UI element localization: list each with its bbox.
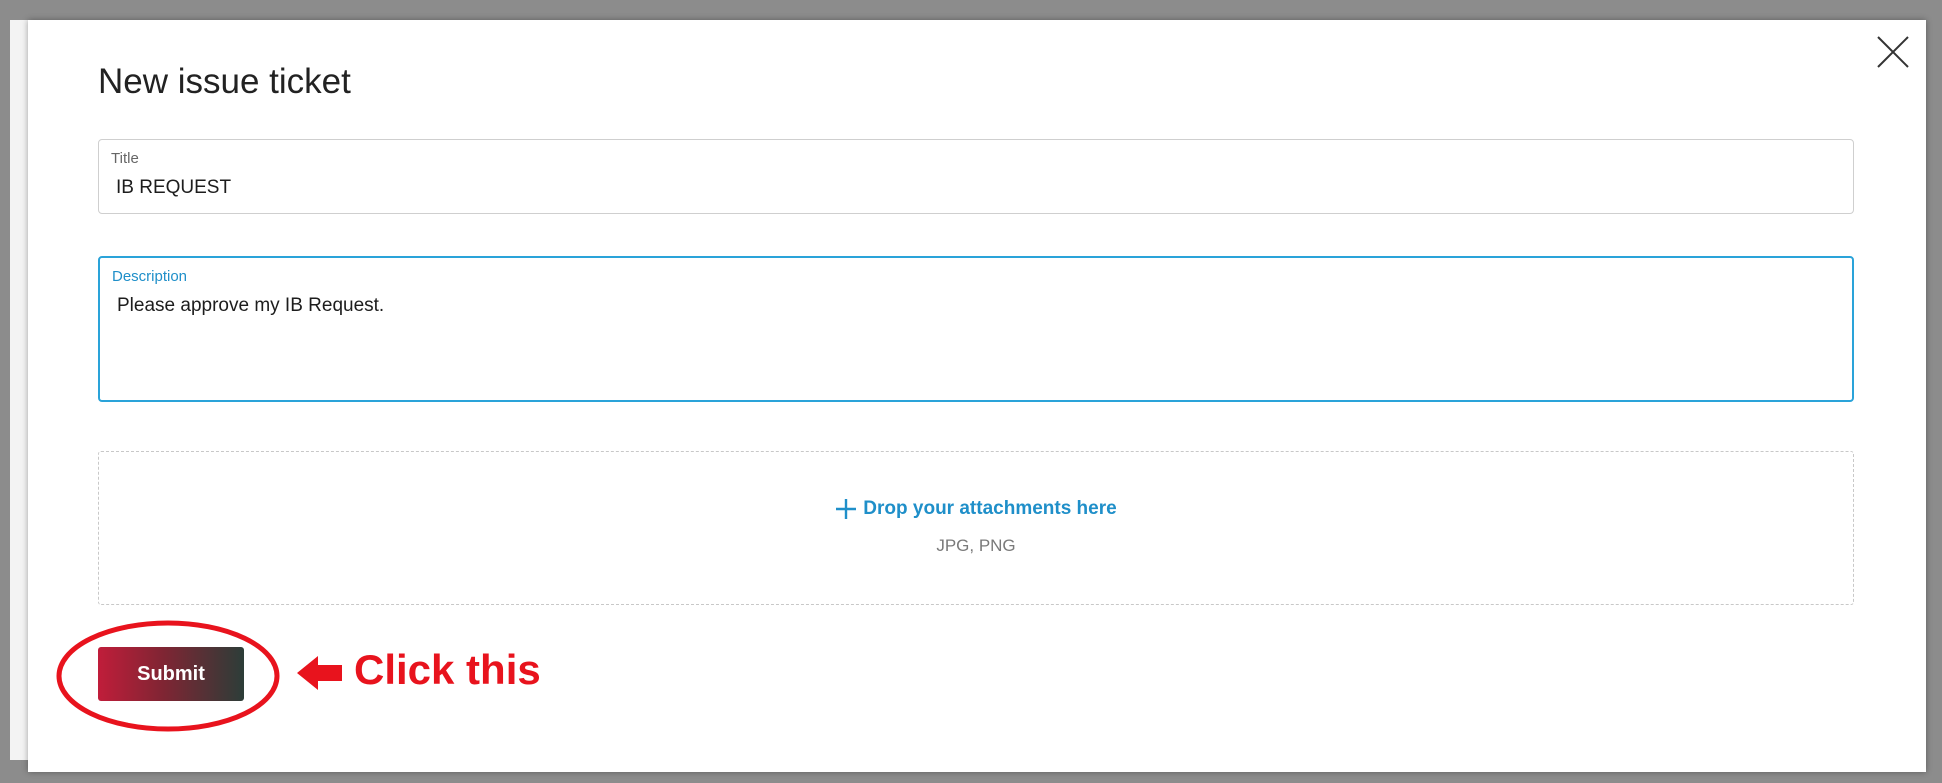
close-button[interactable] (1876, 35, 1910, 69)
plus-icon (836, 499, 857, 519)
annotation-text: Click this (354, 646, 541, 693)
description-field[interactable]: Description Please approve my IB Request… (98, 256, 1854, 402)
description-textarea[interactable]: Please approve my IB Request. (117, 295, 384, 317)
dropzone-formats: JPG, PNG (936, 536, 1016, 555)
description-field-label: Description (112, 268, 188, 285)
dropzone-label: Drop your attachments here (863, 498, 1117, 519)
title-input[interactable]: IB REQUEST (116, 177, 231, 199)
attachment-dropzone[interactable]: Drop your attachments here JPG, PNG (98, 451, 1854, 605)
dialog-title: New issue ticket (98, 62, 351, 101)
submit-button[interactable]: Submit (98, 647, 244, 701)
dropzone-prompt: Drop your attachments here (99, 498, 1853, 520)
background-page-sidebar (10, 20, 28, 760)
title-field[interactable]: Title IB REQUEST (98, 139, 1854, 214)
title-field-label: Title (111, 150, 139, 167)
close-icon (1877, 36, 1909, 68)
